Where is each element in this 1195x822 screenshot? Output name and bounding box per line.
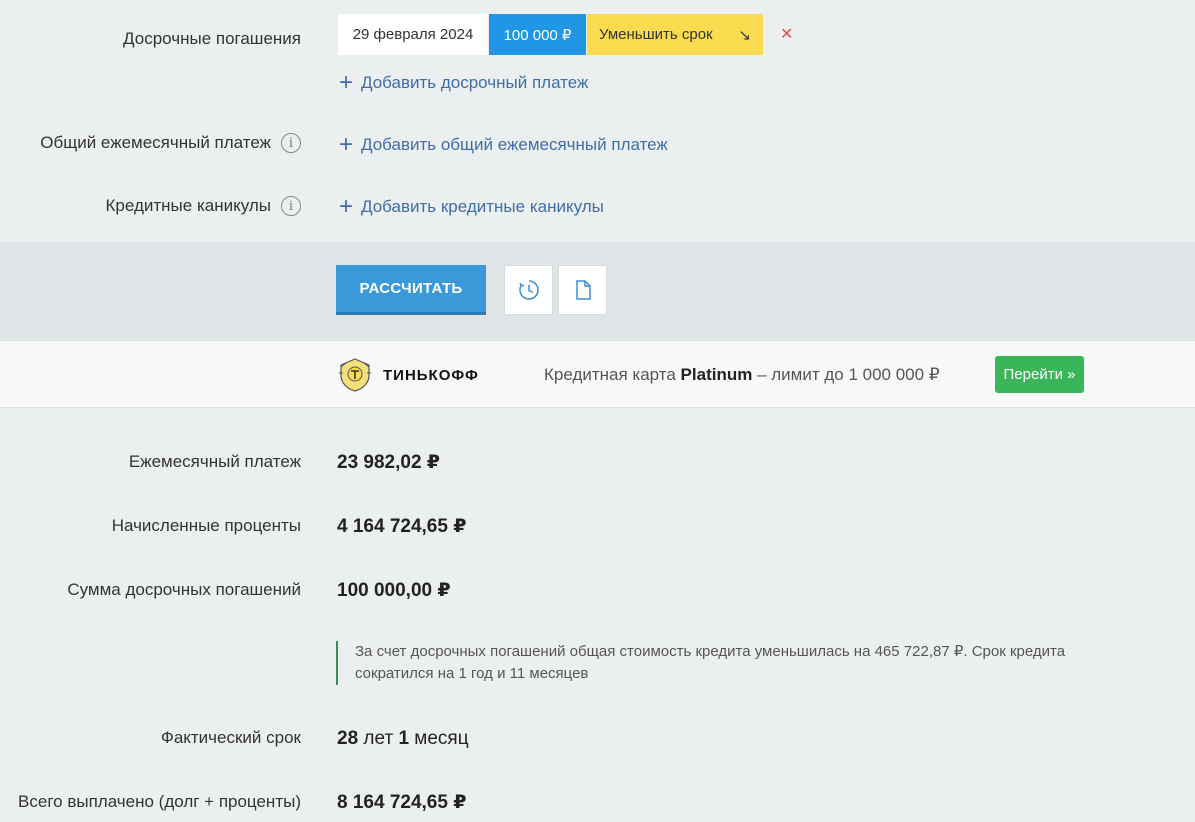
add-common-payment-label: Добавить общий ежемесячный платеж <box>361 135 668 154</box>
arrow-down-right-icon: ↘ <box>738 26 751 44</box>
plus-icon: + <box>338 69 353 96</box>
plus-icon: + <box>338 131 353 158</box>
tinkoff-emblem-icon <box>339 358 371 392</box>
actual-term-label: Фактический срок <box>160 728 301 747</box>
savings-note-line2: сократился на 1 год и 11 месяцев <box>355 665 589 682</box>
savings-note-line1: За счет досрочных погашений общая стоимо… <box>355 643 1066 660</box>
calculate-button[interactable]: РАССЧИТАТЬ <box>336 265 486 315</box>
history-button[interactable] <box>504 265 553 315</box>
info-icon[interactable]: i <box>281 196 301 216</box>
remove-early-payment-button[interactable]: ✕ <box>780 24 793 44</box>
tinkoff-logo[interactable]: ТИНЬКОФФ <box>337 357 479 393</box>
accrued-interest-label: Начисленные проценты <box>111 516 301 535</box>
accrued-interest-value: 4 164 724,65 ₽ <box>337 516 467 537</box>
common-payment-label: Общий ежемесячный платеж <box>40 133 271 152</box>
ad-text-product: Platinum <box>680 365 753 384</box>
add-credit-holidays-link[interactable]: + Добавить кредитные каникулы <box>337 195 604 219</box>
common-payment-row-label: Общий ежемесячный платеж i <box>40 133 301 153</box>
total-paid-label: Всего выплачено (долг + проценты) <box>18 792 301 811</box>
early-payment-amount[interactable]: 100 000 ₽ <box>489 14 586 55</box>
early-payments-sum-value: 100 000,00 ₽ <box>337 580 451 601</box>
add-common-payment-link[interactable]: + Добавить общий ежемесячный платеж <box>337 133 668 157</box>
term-years-word: лет <box>363 728 394 749</box>
savings-note: За счет досрочных погашений общая стоимо… <box>336 641 1136 685</box>
ad-go-button[interactable]: Перейти » <box>995 356 1084 393</box>
info-icon[interactable]: i <box>281 133 301 153</box>
early-payments-label: Досрочные погашения <box>123 29 301 48</box>
actual-term-value: 28 лет 1 месяц <box>337 728 469 750</box>
term-months: 1 <box>398 728 410 749</box>
term-months-word: месяц <box>414 728 469 749</box>
document-icon <box>575 280 591 300</box>
ad-brand-name: ТИНЬКОФФ <box>383 366 479 384</box>
clock-icon <box>518 280 539 300</box>
ad-text-suffix: – лимит до 1 000 000 ₽ <box>757 365 940 384</box>
document-button[interactable] <box>558 265 607 315</box>
early-payment-mode-label: Уменьшить срок <box>599 26 713 43</box>
term-years: 28 <box>337 728 359 749</box>
ad-text-prefix: Кредитная карта <box>544 365 676 384</box>
add-credit-holidays-label: Добавить кредитные каникулы <box>361 197 604 216</box>
early-payment-date[interactable]: 29 февраля 2024 <box>338 14 488 55</box>
credit-holidays-row-label: Кредитные каникулы i <box>106 196 301 216</box>
early-payments-sum-label: Сумма досрочных погашений <box>67 580 301 599</box>
plus-icon: + <box>338 193 353 220</box>
credit-holidays-label: Кредитные каникулы <box>105 196 271 215</box>
early-payment-mode[interactable]: Уменьшить срок ↘ <box>587 14 763 55</box>
add-early-payment-link[interactable]: + Добавить досрочный платеж <box>337 71 588 95</box>
ad-text[interactable]: Кредитная карта Platinum – лимит до 1 00… <box>544 365 940 385</box>
monthly-payment-value: 23 982,02 ₽ <box>337 452 441 473</box>
total-paid-value: 8 164 724,65 ₽ <box>337 792 467 813</box>
monthly-payment-label: Ежемесячный платеж <box>128 452 301 471</box>
add-early-payment-label: Добавить досрочный платеж <box>361 73 589 92</box>
